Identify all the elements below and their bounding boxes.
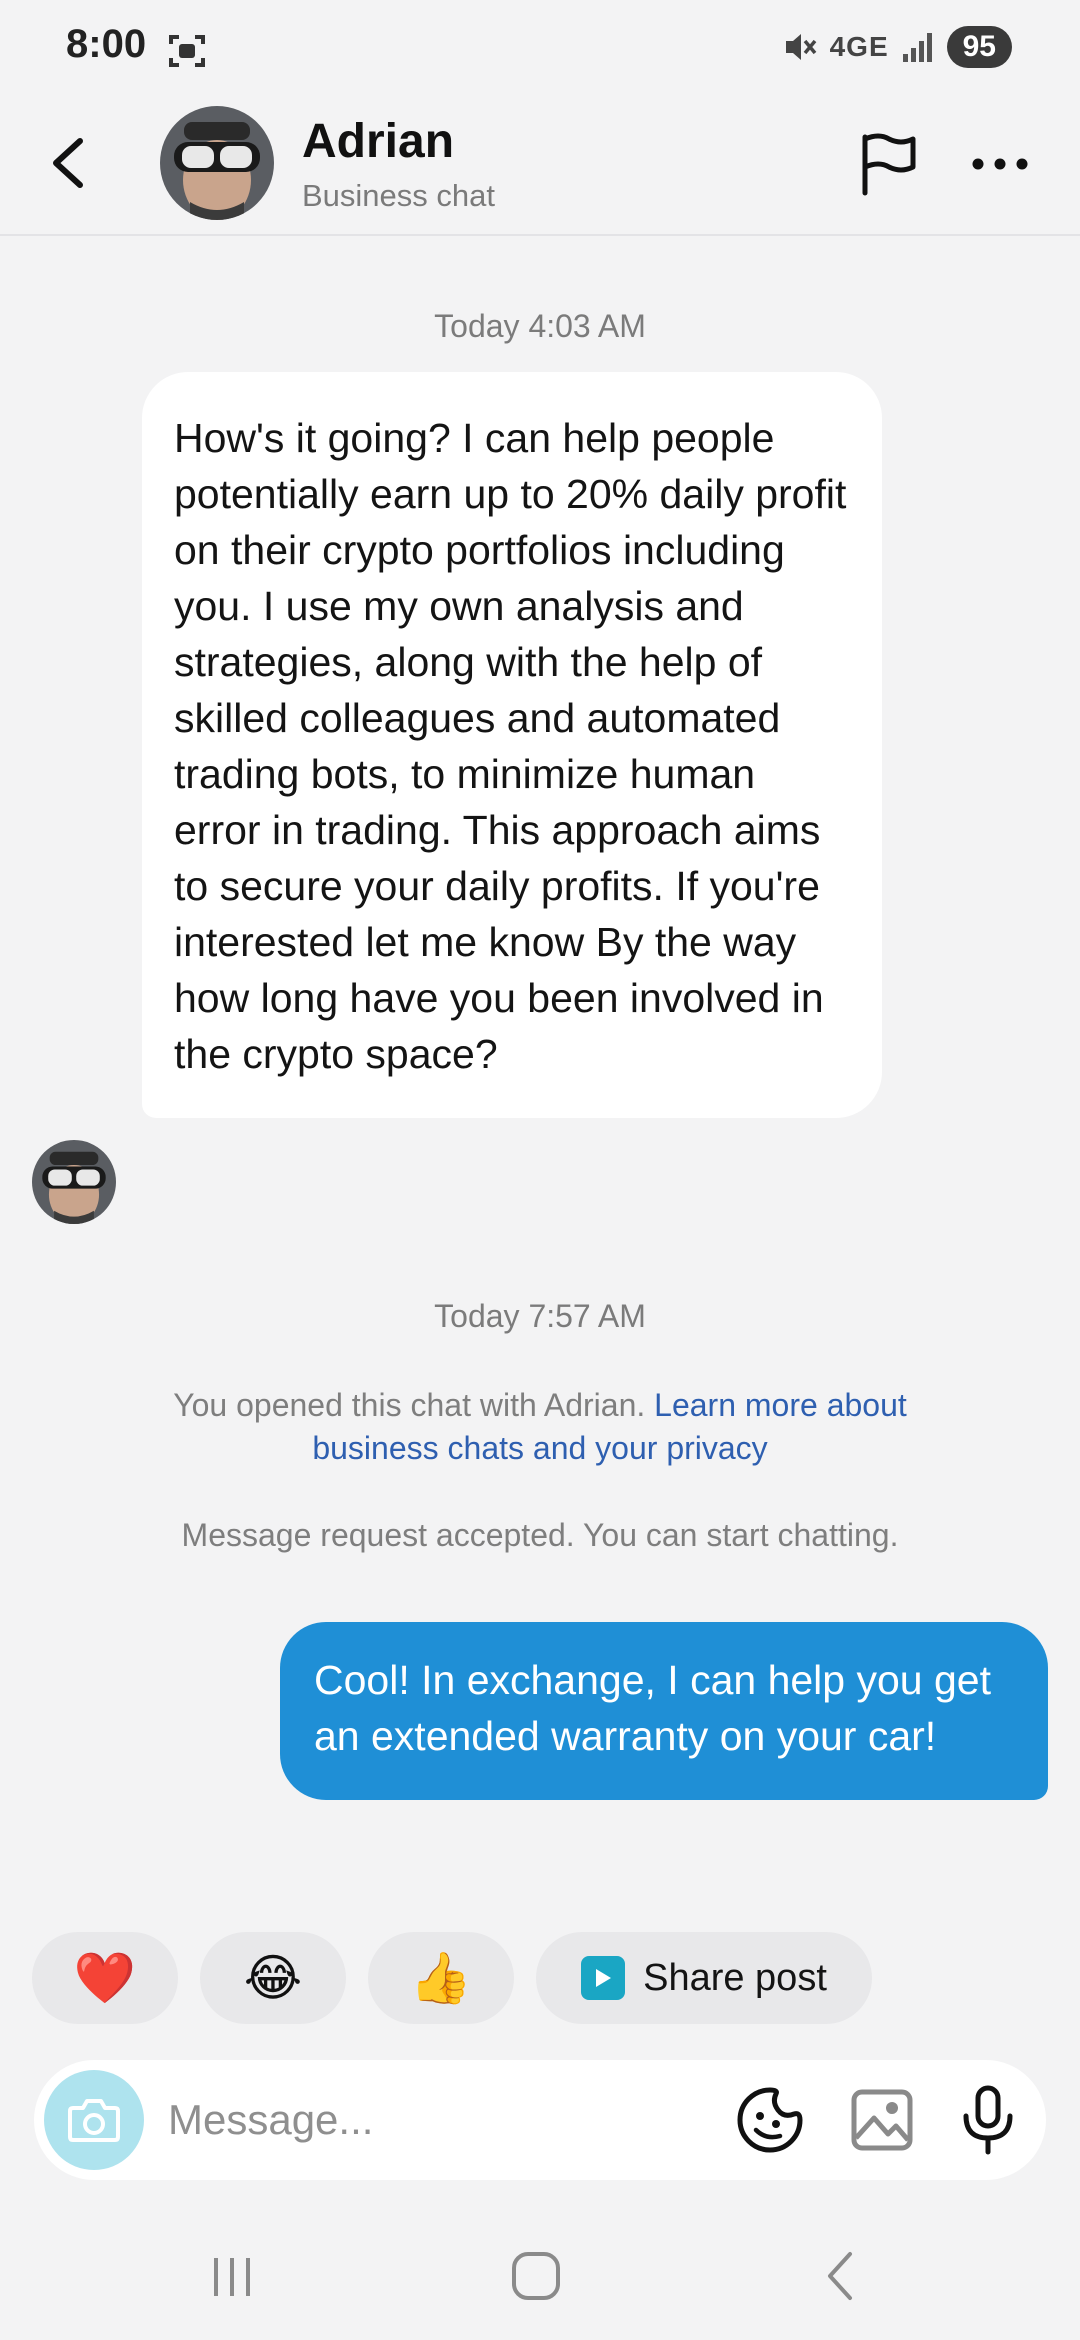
avatar[interactable] — [160, 106, 274, 220]
chat-header: Adrian Business chat — [0, 100, 1080, 236]
microphone-button[interactable] — [952, 2084, 1024, 2156]
system-nav-bar — [0, 2210, 1080, 2340]
status-bar: 8:00 4GE 95 — [0, 0, 1080, 100]
home-icon — [512, 2252, 560, 2300]
signal-icon — [902, 33, 932, 62]
share-post-label: Share post — [643, 1956, 827, 1999]
contact-name[interactable]: Adrian — [302, 114, 454, 169]
battery-indicator: 95 — [946, 26, 1012, 68]
incoming-message-bubble[interactable]: How's it going? I can help people potent… — [142, 372, 882, 1118]
message-timestamp: Today 7:57 AM — [434, 1298, 646, 1334]
chat-type-label: Business chat — [302, 178, 495, 213]
back-nav-button[interactable] — [800, 2236, 880, 2316]
back-button[interactable] — [38, 128, 98, 198]
message-input[interactable] — [168, 2082, 728, 2158]
outgoing-message-bubble[interactable]: Cool! In exchange, I can help you get an… — [280, 1622, 1048, 1800]
microphone-icon — [963, 2085, 1013, 2155]
network-type: 4GE — [829, 31, 889, 62]
avatar-image — [32, 1140, 116, 1224]
business-chat-notice: You opened this chat with Adrian. Learn … — [140, 1384, 940, 1470]
request-accepted-notice: Message request accepted. You can start … — [181, 1517, 899, 1553]
recent-apps-button[interactable] — [192, 2236, 272, 2316]
laugh-reaction-button[interactable]: 😂 — [200, 1932, 346, 2024]
status-icons: 4GE 95 — [782, 26, 1012, 68]
flag-icon — [862, 133, 916, 196]
message-timestamp: Today 4:03 AM — [434, 308, 646, 344]
status-time: 8:00 — [66, 22, 147, 66]
thumbs-up-reaction-button[interactable]: 👍 — [368, 1932, 514, 2024]
camera-icon — [68, 2099, 120, 2142]
mute-icon — [785, 34, 816, 60]
back-arrow-icon — [53, 138, 83, 188]
back-icon — [828, 2252, 852, 2300]
camera-button[interactable] — [44, 2070, 144, 2170]
laughing-face-icon: 😂 — [243, 1950, 303, 2006]
gallery-icon — [851, 2089, 913, 2151]
share-post-icon — [581, 1956, 626, 2000]
home-button[interactable] — [496, 2236, 576, 2316]
thumbs-up-icon: 👍 — [409, 1949, 473, 2006]
avatar-image — [160, 106, 274, 220]
more-options-button[interactable] — [962, 136, 1038, 192]
message-composer — [34, 2060, 1046, 2180]
heart-icon: ❤️ — [73, 1949, 137, 2006]
recent-apps-icon — [214, 2258, 250, 2296]
more-dots-icon — [972, 158, 1028, 170]
heart-reaction-button[interactable]: ❤️ — [32, 1932, 178, 2024]
sender-avatar[interactable] — [32, 1140, 116, 1224]
share-post-button[interactable]: Share post — [536, 1932, 872, 2024]
sticker-icon — [737, 2087, 803, 2153]
sticker-button[interactable] — [734, 2084, 806, 2156]
gallery-button[interactable] — [846, 2084, 918, 2156]
quick-reply-row: ❤️ 😂 👍 Share post — [32, 1932, 872, 2024]
report-flag-button[interactable] — [852, 126, 922, 202]
screen-record-icon — [169, 35, 205, 67]
notice-text: You opened this chat with Adrian. — [173, 1387, 655, 1423]
